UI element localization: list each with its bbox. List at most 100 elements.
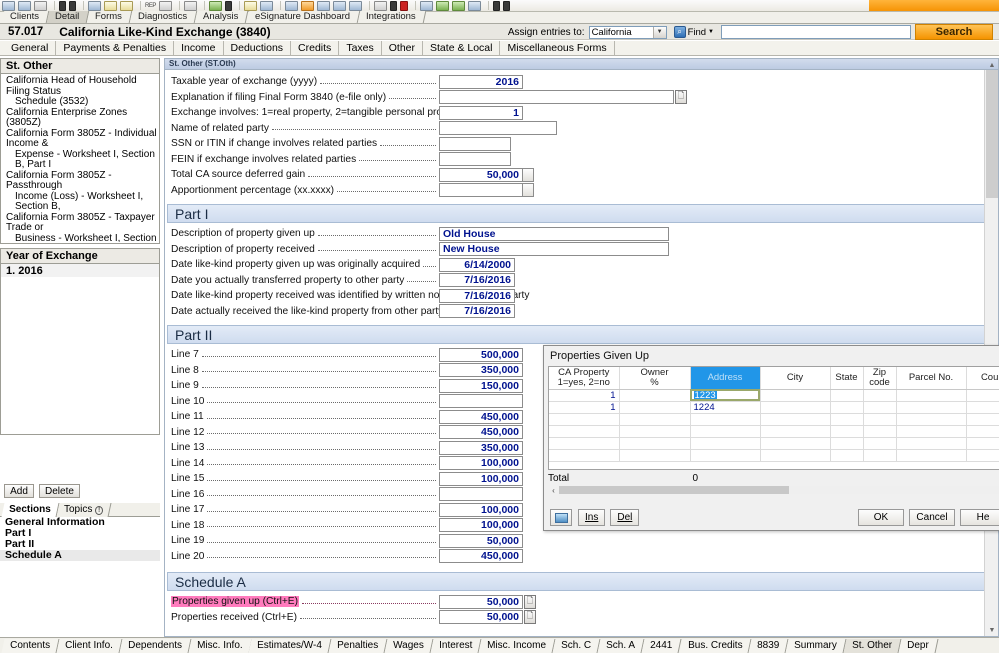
explanation-input[interactable] [439, 90, 674, 104]
subtab-payments-penalties[interactable]: Payments & Penalties [56, 41, 174, 55]
cell-owner[interactable] [619, 449, 690, 461]
cell-ca-property[interactable]: 1 [549, 389, 619, 401]
tab-detail[interactable]: Detail [47, 11, 90, 23]
line-9-input[interactable]: 150,000 [439, 379, 523, 393]
bottom-tab-misc-info[interactable]: Misc. Info. [188, 639, 252, 653]
cell-city[interactable] [760, 401, 830, 413]
bottom-tab-penalties[interactable]: Penalties [329, 639, 388, 653]
cell-zip[interactable] [863, 425, 896, 437]
column-header-parcel-no[interactable]: Parcel No. [896, 367, 966, 389]
line-10-input[interactable] [439, 394, 523, 408]
column-header-owner[interactable]: Owner % [619, 367, 690, 389]
cell-address[interactable]: 1224 [690, 401, 760, 413]
date-transferred-input[interactable]: 7/16/2016 [439, 273, 515, 287]
add-button[interactable]: Add [4, 484, 34, 498]
date-identified-input[interactable]: 7/16/2016 [439, 289, 515, 303]
properties-grid[interactable]: CA Property 1=yes, 2=no Owner % Address … [548, 366, 999, 470]
list-item[interactable]: California Head of Household Filing Stat… [1, 76, 159, 108]
calendar-icon[interactable] [374, 1, 387, 11]
filter2-icon[interactable] [503, 1, 510, 11]
dropdown2-icon[interactable] [390, 1, 397, 11]
list-item[interactable]: California Form 3805Z - Passthrough Inco… [1, 171, 159, 213]
scroll-down-icon[interactable]: ▼ [985, 624, 999, 636]
property-received-desc-input[interactable]: New House [439, 242, 669, 256]
red-flag-icon[interactable] [400, 1, 408, 11]
subtab-state-local[interactable]: State & Local [423, 41, 500, 55]
section-item-schedule-a[interactable]: Schedule A [0, 550, 160, 561]
property-given-up-desc-input[interactable]: Old House [439, 227, 669, 241]
line-15-input[interactable]: 100,000 [439, 472, 523, 486]
cell-ca-property[interactable] [549, 449, 619, 461]
cell-state[interactable] [830, 413, 863, 425]
bottom-tab-summary[interactable]: Summary [786, 639, 847, 653]
tab-analysis[interactable]: Analysis [195, 11, 249, 23]
cell-ca-property[interactable]: 1 [549, 401, 619, 413]
cell-city[interactable] [760, 425, 830, 437]
list-item[interactable]: California Form 3805Z - Individual Incom… [1, 129, 159, 171]
bottom-tab-contents[interactable]: Contents [2, 639, 60, 653]
apportionment-percentage-input[interactable] [439, 183, 523, 197]
bottom-tab-st-other[interactable]: St. Other [844, 639, 902, 653]
clients-icon[interactable] [2, 1, 15, 11]
cell-address[interactable] [690, 449, 760, 461]
cell-city[interactable] [760, 389, 830, 401]
cell-address[interactable] [690, 425, 760, 437]
subtab-other[interactable]: Other [382, 41, 423, 55]
cell-zip[interactable] [863, 401, 896, 413]
blue-bar-icon[interactable] [260, 1, 273, 11]
rep-icon[interactable]: REP [145, 3, 156, 9]
help-button[interactable]: He [960, 509, 999, 526]
scrollbar-track[interactable] [559, 486, 999, 494]
cell-address[interactable] [690, 413, 760, 425]
line-13-input[interactable]: 350,000 [439, 441, 523, 455]
tag-icon[interactable] [209, 1, 222, 11]
cell-county[interactable] [966, 401, 999, 413]
cell-city[interactable] [760, 449, 830, 461]
search-input[interactable] [721, 25, 911, 39]
bottom-tab-wages[interactable]: Wages [385, 639, 434, 653]
line-16-input[interactable] [439, 487, 523, 501]
delete-button[interactable]: Delete [39, 484, 80, 498]
teal-arrow-icon[interactable] [420, 1, 433, 11]
cell-owner[interactable] [619, 425, 690, 437]
cell-zip[interactable] [863, 389, 896, 401]
column-header-address[interactable]: Address [690, 367, 760, 389]
scrollbar-thumb[interactable] [559, 486, 789, 494]
subtab-general[interactable]: General [4, 41, 56, 55]
table-row[interactable]: 1 1224 [549, 401, 999, 413]
cell-ca-property[interactable] [549, 437, 619, 449]
tab-diagnostics[interactable]: Diagnostics [130, 11, 198, 23]
cell-county[interactable] [966, 449, 999, 461]
bottom-tab-sch-c[interactable]: Sch. C [553, 639, 601, 653]
total-ca-deferred-gain-input[interactable]: 50,000 [439, 168, 523, 182]
grid-expand-icon[interactable]: 🗋 [524, 595, 536, 609]
exchange-involves-input[interactable]: 1 [439, 106, 523, 120]
yellow-note-icon[interactable] [244, 1, 257, 11]
line-20-input[interactable]: 450,000 [439, 549, 523, 563]
bottom-tab-client-info[interactable]: Client Info. [57, 639, 123, 653]
bottom-tab-estimates-w4[interactable]: Estimates/W-4 [249, 639, 332, 653]
bottom-tab-sch-a[interactable]: Sch. A [598, 639, 645, 653]
cell-city[interactable] [760, 413, 830, 425]
scrollbar-thumb[interactable] [986, 70, 998, 198]
expand-grid-icon[interactable] [550, 509, 572, 526]
line-17-input[interactable]: 100,000 [439, 503, 523, 517]
line-12-input[interactable]: 450,000 [439, 425, 523, 439]
cell-parcel[interactable] [896, 413, 966, 425]
line-19-input[interactable]: 50,000 [439, 534, 523, 548]
cell-owner[interactable] [619, 389, 690, 401]
properties-received-input[interactable]: 50,000 [439, 610, 523, 624]
spinner-icon[interactable] [523, 168, 534, 182]
cell-parcel[interactable] [896, 425, 966, 437]
ssn-itin-input[interactable] [439, 137, 511, 151]
find-button[interactable]: ⌕ Find ▼ [671, 25, 717, 39]
tab-integrations[interactable]: Integrations [358, 11, 426, 23]
cell-state[interactable] [830, 425, 863, 437]
note-icon[interactable] [104, 1, 117, 11]
bottom-tab-bus-credits[interactable]: Bus. Credits [679, 639, 751, 653]
line-14-input[interactable]: 100,000 [439, 456, 523, 470]
sort-icon[interactable] [468, 1, 481, 11]
assign-entries-select[interactable]: California ▼ [589, 26, 667, 39]
line-18-input[interactable]: 100,000 [439, 518, 523, 532]
cell-county[interactable] [966, 437, 999, 449]
